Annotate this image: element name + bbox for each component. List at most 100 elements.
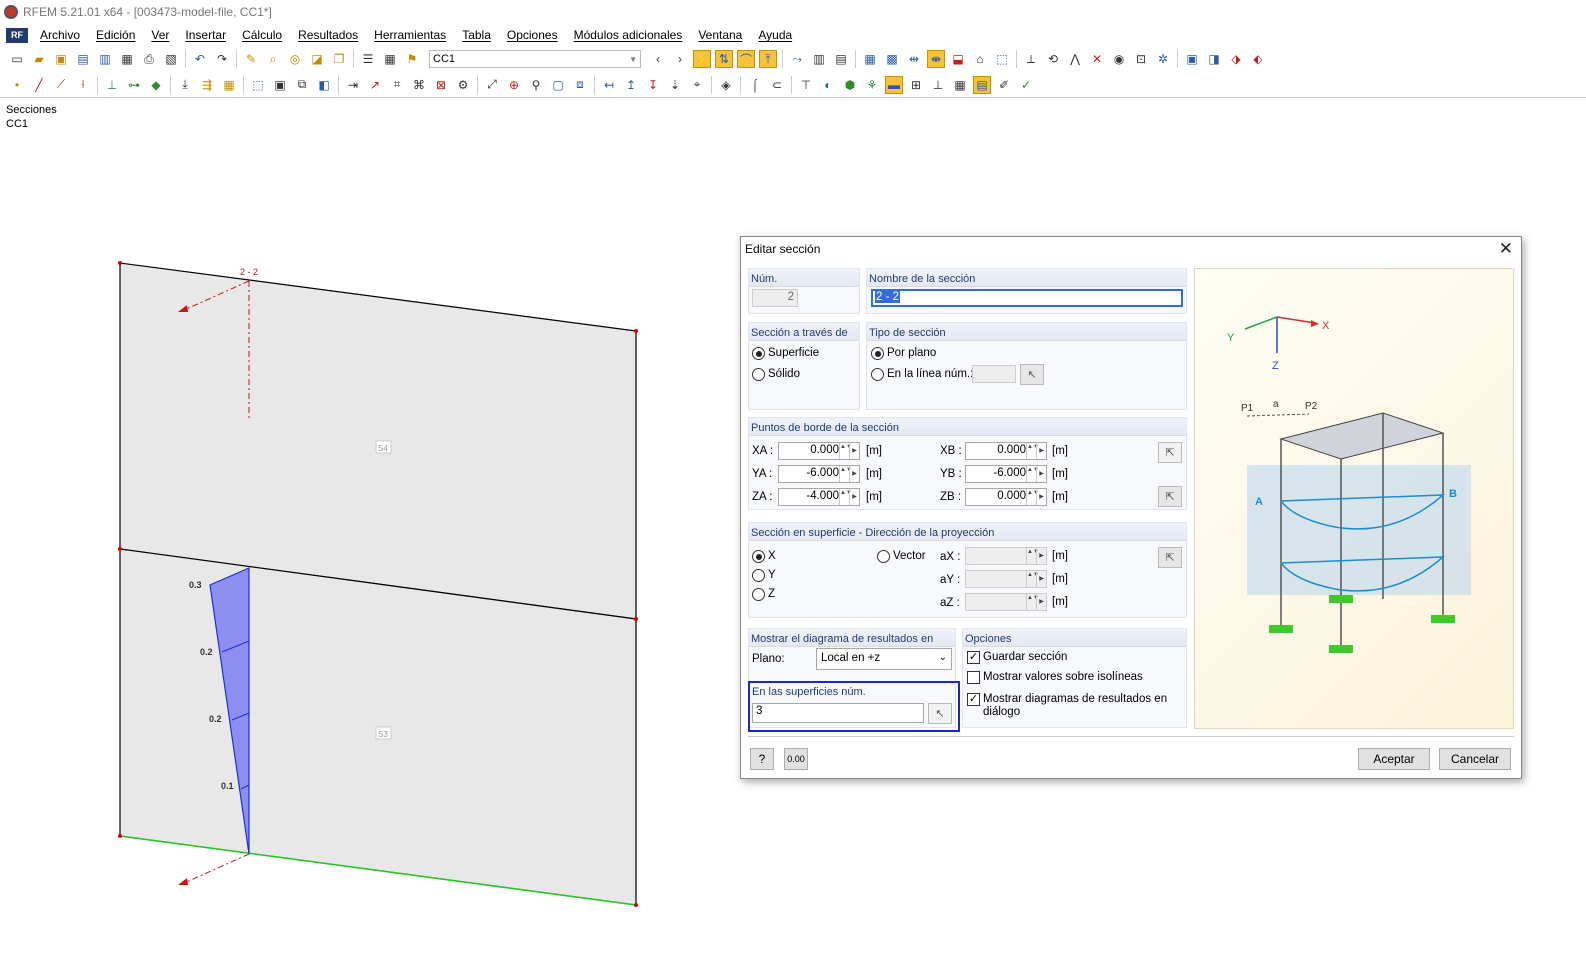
print-icon[interactable]: ⎙ — [140, 50, 158, 68]
redo-icon[interactable]: ↷ — [213, 50, 231, 68]
target-icon[interactable]: ◎ — [286, 50, 304, 68]
settings-icon[interactable]: ✲ — [1154, 50, 1172, 68]
window-icon[interactable]: ◨ — [1205, 50, 1223, 68]
section-name-input[interactable]: 2 - 2 — [871, 289, 1183, 307]
surface-icon[interactable]: ◆ — [147, 76, 165, 94]
cube-icon[interactable]: ⧈ — [571, 76, 589, 94]
bracing-icon[interactable]: ⊠ — [432, 76, 450, 94]
arrow-right-icon[interactable]: ▶ — [1036, 443, 1046, 459]
view-frame-icon[interactable]: ⌂ — [971, 50, 989, 68]
radio-vector[interactable] — [877, 550, 890, 563]
node[interactable] — [634, 617, 638, 621]
tools-icon[interactable]: ⚙ — [454, 76, 472, 94]
radio-superficie[interactable] — [752, 347, 765, 360]
navigator-icon[interactable]: ▤ — [973, 75, 991, 94]
results-max-icon[interactable]: ⤒ — [759, 50, 777, 68]
dimension-icon[interactable]: ⇥ — [344, 76, 362, 94]
mirror-icon[interactable]: ⋀ — [1066, 50, 1084, 68]
comment-icon[interactable]: ◪ — [308, 50, 326, 68]
check-icon[interactable]: ✓ — [1017, 76, 1035, 94]
menu-calculo[interactable]: Cálculo — [234, 28, 290, 42]
ok-button[interactable]: Aceptar — [1358, 748, 1430, 770]
arrow-right-icon[interactable]: ▶ — [849, 489, 859, 505]
undo-icon[interactable]: ↶ — [191, 50, 209, 68]
open-folder-icon[interactable]: ▰ — [30, 50, 48, 68]
spin-icon[interactable]: ▲▼ — [839, 489, 852, 505]
load-icon[interactable]: ⤓ — [176, 76, 194, 94]
help-icon[interactable]: ? — [750, 748, 774, 770]
pdf-icon[interactable]: ⬖ — [1249, 50, 1267, 68]
axis-arrow-icon[interactable]: ⇣ — [666, 76, 684, 94]
section-icon[interactable]: ▣ — [271, 76, 289, 94]
zb-input[interactable]: 0.000 ▲▼ ▶ — [965, 488, 1047, 506]
node-icon[interactable]: • — [8, 76, 26, 94]
radio-en-linea[interactable] — [871, 368, 884, 381]
menu-insertar[interactable]: Insertar — [177, 28, 234, 42]
zoom-all-icon[interactable]: ⤢ — [483, 76, 501, 94]
print-report-icon[interactable]: ▧ — [162, 50, 180, 68]
menu-herramientas[interactable]: Herramientas — [366, 28, 454, 42]
spin-icon[interactable]: ▲▼ — [1026, 443, 1039, 459]
box-icon[interactable]: ▢ — [549, 76, 567, 94]
xa-input[interactable]: 0.000 ▲▼ ▶ — [778, 442, 860, 460]
edit-icon[interactable]: ✎ — [242, 50, 260, 68]
camera-icon[interactable]: ⊡ — [1132, 50, 1150, 68]
copy-icon[interactable]: ❐ — [330, 50, 348, 68]
menu-opciones[interactable]: Opciones — [499, 28, 566, 42]
view-support-icon[interactable]: ⬓ — [949, 50, 967, 68]
node[interactable] — [118, 547, 122, 551]
rainbow-icon[interactable]: ◐ — [819, 76, 837, 94]
line-load-icon[interactable]: ⇶ — [198, 76, 216, 94]
radio-z[interactable] — [752, 588, 765, 601]
node[interactable] — [634, 329, 638, 333]
cancel-button[interactable]: Cancelar — [1439, 748, 1511, 770]
table-icon[interactable]: ☰ — [359, 50, 377, 68]
open-model-icon[interactable]: ▣ — [52, 50, 70, 68]
yb-input[interactable]: -6.000 ▲▼ ▶ — [965, 465, 1047, 483]
model-graphic[interactable]: 2 - 2 0.3 0.2 0.2 0.1 S4 S3 — [0, 99, 740, 972]
tube-icon[interactable]: ⊂ — [768, 76, 786, 94]
radio-x[interactable] — [752, 550, 765, 563]
units-button[interactable]: 0.00 — [784, 748, 808, 770]
show-diagrams-checkbox[interactable]: ✓ — [967, 693, 980, 706]
render-icon[interactable]: ◉ — [1110, 50, 1128, 68]
arrow-right-icon[interactable]: ▶ — [849, 466, 859, 482]
arrow-right-icon[interactable]: ▶ — [1036, 489, 1046, 505]
line-icon[interactable]: ╱ — [30, 76, 48, 94]
curve-icon[interactable]: ⌠ — [746, 76, 764, 94]
spin-icon[interactable]: ▲▼ — [1026, 489, 1039, 505]
zoom-window-icon[interactable]: ⊕ — [505, 76, 523, 94]
paint-icon[interactable]: ✐ — [995, 76, 1013, 94]
menu-modulos[interactable]: Módulos adicionales — [566, 28, 691, 42]
axis-x-icon[interactable]: ↤ — [600, 76, 618, 94]
arrow-right-icon[interactable]: ▶ — [1036, 466, 1046, 482]
save-icon[interactable]: ▥ — [96, 50, 114, 68]
menu-tabla[interactable]: Tabla — [454, 28, 499, 42]
save-all-icon[interactable]: ▤ — [74, 50, 92, 68]
menu-ayuda[interactable]: Ayuda — [750, 28, 800, 42]
grid-icon[interactable]: ▦ — [381, 50, 399, 68]
load-case-select[interactable]: CC1 ▼ — [429, 50, 641, 68]
polyline-icon[interactable]: ⟋ — [52, 76, 70, 94]
results-display-icon[interactable]: ⌒ — [737, 50, 755, 68]
load-case-icon[interactable]: ⚑ — [403, 50, 421, 68]
delete-icon[interactable]: ✕ — [1088, 50, 1106, 68]
results-on-icon[interactable]: ⚡ — [693, 50, 711, 68]
new-file-icon[interactable]: ▭ — [8, 50, 26, 68]
cut-icon[interactable]: ⧉ — [293, 76, 311, 94]
coord-icon[interactable]: ⌖ — [688, 76, 706, 94]
beam-icon[interactable]: ⊥ — [929, 76, 947, 94]
next-case-icon[interactable]: › — [671, 50, 689, 68]
pick-points-icon[interactable]: ⇱ — [1158, 442, 1182, 463]
view-x-icon[interactable]: ⇹ — [905, 50, 923, 68]
show-values-checkbox[interactable] — [967, 671, 980, 684]
za-input[interactable]: -4.000 ▲▼ ▶ — [778, 488, 860, 506]
arrow-icon[interactable]: ↗ — [366, 76, 384, 94]
print-preview-icon[interactable]: ▦ — [118, 50, 136, 68]
close-icon[interactable]: ✕ — [1499, 239, 1513, 259]
plant-icon[interactable]: ⚘ — [863, 76, 881, 94]
spin-icon[interactable]: ▲▼ — [839, 443, 852, 459]
radio-por-plano[interactable] — [871, 347, 884, 360]
menu-ventana[interactable]: Ventana — [690, 28, 750, 42]
previous-case-icon[interactable]: ‹ — [649, 50, 667, 68]
